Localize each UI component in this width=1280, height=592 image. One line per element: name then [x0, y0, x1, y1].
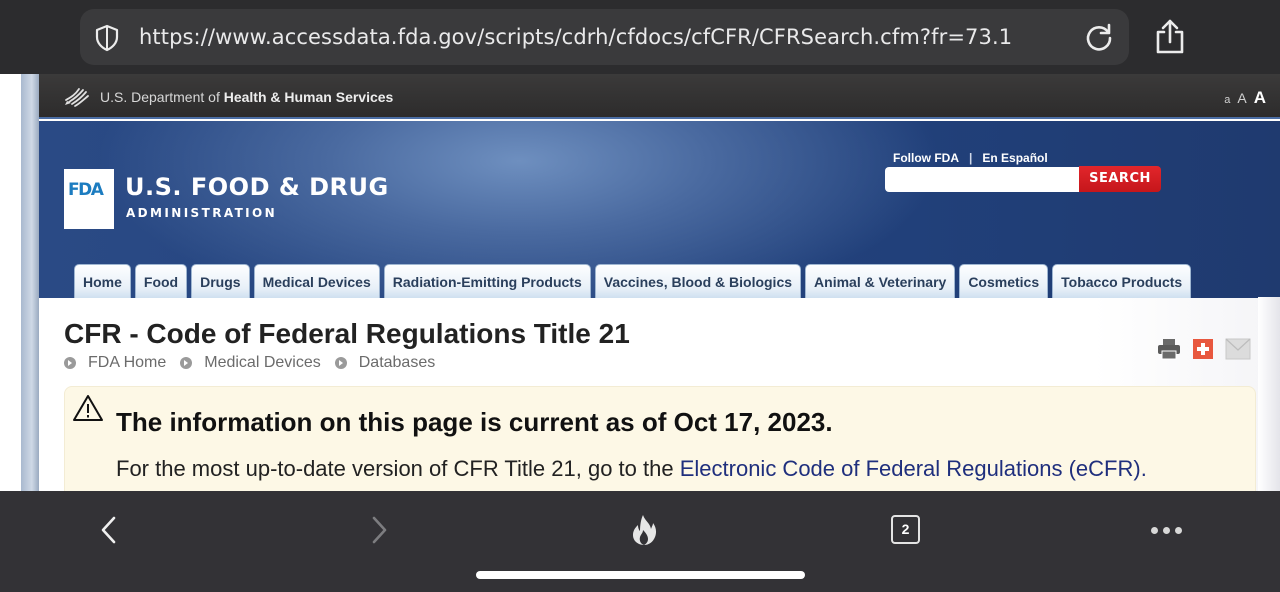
notice-body: For the most up-to-date version of CFR T…	[116, 453, 1236, 484]
fda-header-banner: FDA U.S. FOOD & DRUG ADMINISTRATION Foll…	[39, 121, 1280, 298]
hhs-prefix: U.S. Department of	[100, 89, 220, 105]
print-icon[interactable]	[1157, 338, 1181, 360]
flame-icon[interactable]	[624, 513, 664, 547]
text-size-small[interactable]: a	[1224, 94, 1230, 106]
header-links: Follow FDA | En Español	[893, 151, 1048, 165]
tab-drugs[interactable]: Drugs	[191, 264, 250, 298]
search-button[interactable]: SEARCH	[1079, 166, 1161, 192]
browser-top-bar: https://www.accessdata.fda.gov/scripts/c…	[0, 0, 1280, 74]
breadcrumb-arrow-icon	[180, 357, 193, 369]
more-dot	[1151, 527, 1158, 534]
tab-food[interactable]: Food	[134, 264, 188, 298]
fda-subtitle: ADMINISTRATION	[126, 206, 278, 220]
search-input[interactable]	[885, 167, 1081, 192]
main-nav-tabs: Home Food Drugs Medical Devices Radiatio…	[74, 264, 1192, 298]
forward-icon[interactable]	[358, 513, 398, 547]
page-title: CFR - Code of Federal Regulations Title …	[64, 318, 630, 349]
link-separator: |	[969, 151, 973, 165]
page-right-edge	[1258, 297, 1280, 491]
more-icon[interactable]	[1151, 527, 1182, 534]
hhs-name: Health & Human Services	[223, 89, 394, 105]
fda-logo[interactable]: FDA	[64, 169, 114, 229]
tab-home[interactable]: Home	[74, 264, 131, 298]
fda-title[interactable]: U.S. FOOD & DRUG	[125, 173, 389, 201]
back-icon[interactable]	[90, 513, 130, 547]
en-espanol-link[interactable]: En Español	[982, 151, 1047, 165]
tab-cosmetics[interactable]: Cosmetics	[959, 264, 1049, 298]
breadcrumb: FDA Home Medical Devices Databases	[64, 354, 449, 372]
page-side-gutter	[21, 74, 39, 491]
home-indicator[interactable]	[476, 571, 805, 579]
web-viewport: U.S. Department of Health & Human Servic…	[0, 74, 1280, 491]
tabs-icon[interactable]: 2	[891, 515, 920, 544]
hhs-link[interactable]: U.S. Department of Health & Human Servic…	[100, 89, 393, 105]
notice-heading: The information on this page is current …	[116, 407, 833, 437]
breadcrumb-fda-home[interactable]: FDA Home	[88, 354, 166, 372]
page-actions	[1157, 338, 1251, 360]
fda-page: U.S. Department of Health & Human Servic…	[39, 74, 1280, 491]
text-size-large[interactable]: A	[1254, 88, 1266, 108]
breadcrumb-medical-devices[interactable]: Medical Devices	[204, 354, 320, 372]
tab-tobacco-products[interactable]: Tobacco Products	[1052, 264, 1192, 298]
tab-animal-veterinary[interactable]: Animal & Veterinary	[805, 264, 956, 298]
notice-body-text: For the most up-to-date version of CFR T…	[116, 456, 680, 481]
url-text[interactable]: https://www.accessdata.fda.gov/scripts/c…	[139, 25, 1012, 49]
text-size-medium[interactable]: A	[1237, 90, 1246, 106]
ecfr-link[interactable]: Electronic Code of Federal Regulations (…	[680, 456, 1147, 481]
breadcrumb-arrow-icon	[334, 357, 347, 369]
hhs-bar: U.S. Department of Health & Human Servic…	[39, 74, 1280, 119]
browser-bottom-toolbar: 2	[0, 491, 1280, 592]
shield-icon[interactable]	[92, 23, 122, 53]
hhs-eagle-icon[interactable]	[63, 83, 91, 111]
main-content: CFR - Code of Federal Regulations Title …	[39, 298, 1280, 491]
address-bar[interactable]: https://www.accessdata.fda.gov/scripts/c…	[80, 9, 1129, 65]
more-dot	[1163, 527, 1170, 534]
viewport-edge	[0, 74, 21, 491]
follow-fda-link[interactable]: Follow FDA	[893, 151, 959, 165]
text-size-controls: a A A	[1224, 88, 1266, 108]
currency-notice: The information on this page is current …	[64, 386, 1256, 491]
reload-icon[interactable]	[1083, 21, 1115, 53]
breadcrumb-arrow-icon	[64, 357, 76, 369]
fda-logo-text: FDA	[68, 180, 104, 200]
tab-medical-devices[interactable]: Medical Devices	[253, 264, 380, 298]
warning-icon	[73, 395, 103, 421]
email-icon[interactable]	[1225, 338, 1251, 360]
add-icon[interactable]	[1193, 339, 1213, 359]
breadcrumb-databases[interactable]: Databases	[359, 354, 436, 372]
tab-vaccines-blood-biologics[interactable]: Vaccines, Blood & Biologics	[594, 264, 802, 298]
tab-radiation-emitting-products[interactable]: Radiation-Emitting Products	[383, 264, 591, 298]
more-dot	[1175, 527, 1182, 534]
share-icon[interactable]	[1152, 18, 1188, 56]
